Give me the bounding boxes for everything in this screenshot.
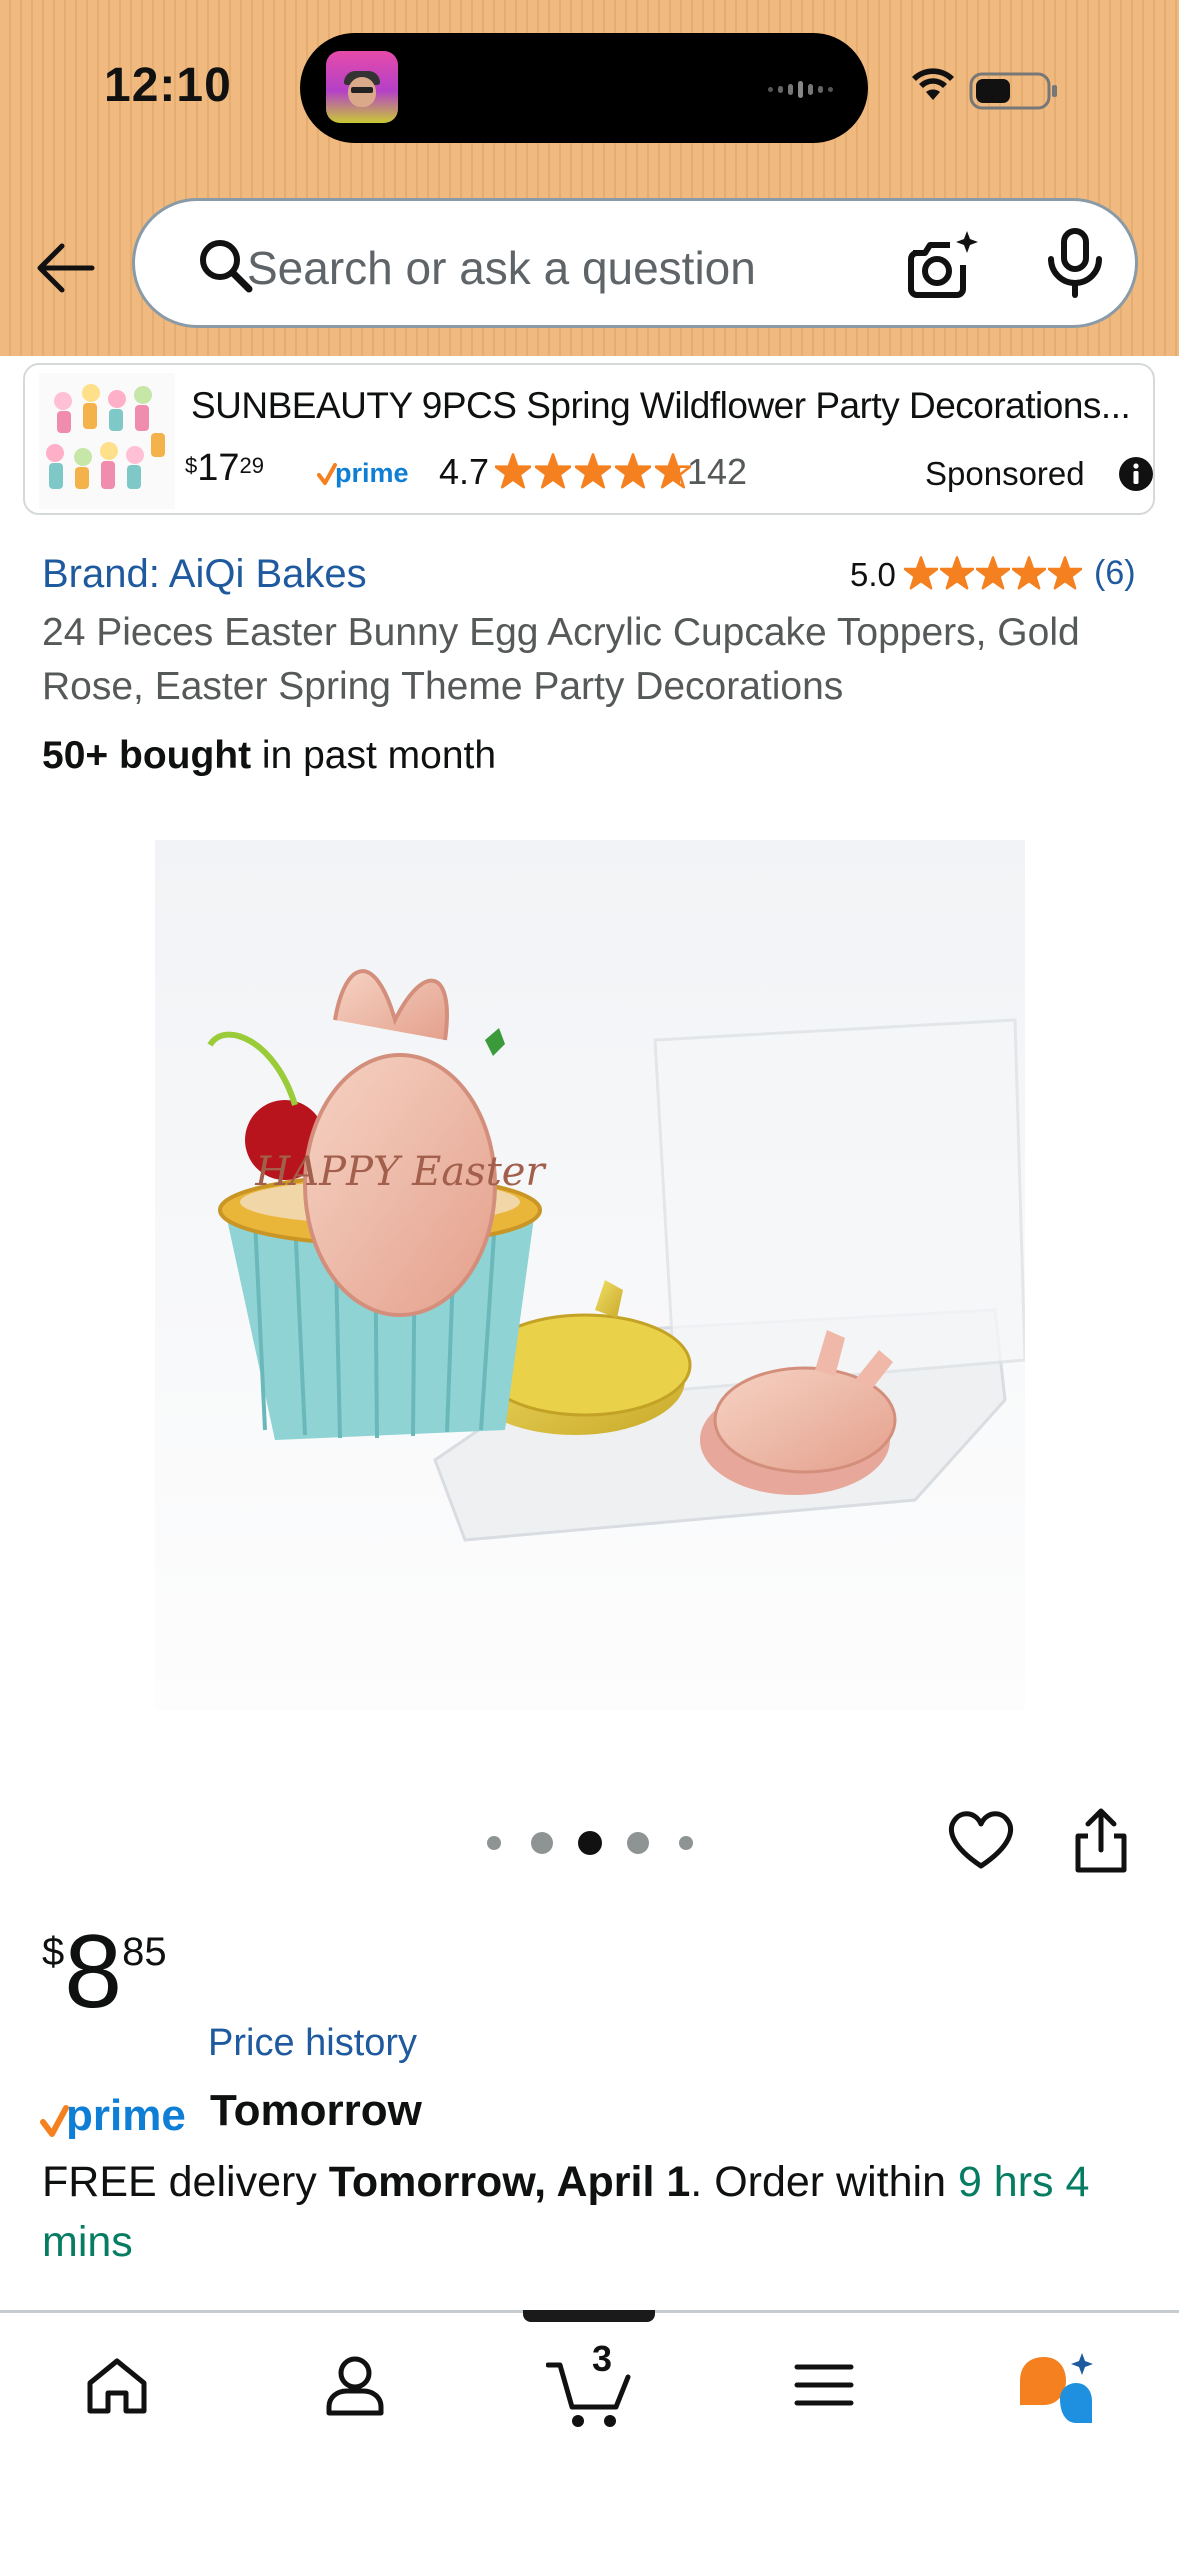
carousel-dot xyxy=(487,1836,501,1850)
rufus-assistant-icon[interactable] xyxy=(1016,2351,1096,2427)
star-icon xyxy=(1048,556,1082,590)
share-icon[interactable] xyxy=(1070,1806,1132,1876)
star-icon xyxy=(615,453,651,489)
prime-badge-icon: prime xyxy=(317,458,409,488)
cart-icon[interactable] xyxy=(546,2357,634,2429)
menu-icon[interactable] xyxy=(794,2361,854,2409)
heart-icon[interactable] xyxy=(946,1808,1016,1872)
back-arrow-icon[interactable] xyxy=(32,234,100,302)
search-bar[interactable]: Search or ask a question xyxy=(132,198,1138,328)
search-icon xyxy=(200,240,253,293)
info-icon[interactable] xyxy=(1118,456,1154,492)
product-image[interactable]: HAPPY Easter xyxy=(155,840,1025,1710)
dynamic-island xyxy=(300,33,868,143)
search-input[interactable]: Search or ask a question xyxy=(247,241,756,295)
product-star-rating[interactable] xyxy=(904,556,1082,595)
account-icon[interactable] xyxy=(322,2353,388,2419)
microphone-icon[interactable] xyxy=(1043,227,1107,299)
product-price: $885 xyxy=(42,1914,167,2030)
sponsored-product-title[interactable]: SUNBEAUTY 9PCS Spring Wildflower Party D… xyxy=(191,385,1131,427)
audio-wave-icon xyxy=(768,81,833,98)
star-icon xyxy=(1012,556,1046,590)
star-icon xyxy=(495,453,531,489)
sponsored-rating-value: 4.7 xyxy=(439,451,490,492)
carousel-dot xyxy=(679,1836,693,1850)
star-icon xyxy=(976,556,1010,590)
product-review-count[interactable]: (6) xyxy=(1094,554,1136,593)
star-icon xyxy=(575,453,611,489)
sponsored-product-card[interactable]: SUNBEAUTY 9PCS Spring Wildflower Party D… xyxy=(23,363,1155,515)
prime-delivery-day: Tomorrow xyxy=(210,2086,422,2135)
product-rating-value: 5.0 xyxy=(850,556,896,593)
svg-text:prime: prime xyxy=(335,458,409,488)
bought-in-past-month: 50+ bought in past month xyxy=(42,734,497,777)
product-image-text: HAPPY Easter xyxy=(254,1149,547,1195)
camera-lens-icon[interactable] xyxy=(901,225,981,305)
top-handle-indicator xyxy=(523,2310,655,2322)
image-carousel-dots[interactable] xyxy=(480,1828,700,1858)
sponsored-star-rating xyxy=(495,453,691,494)
sponsored-product-thumbnail xyxy=(39,373,175,509)
sponsored-review-count[interactable]: 142 xyxy=(687,451,747,493)
sponsored-product-price: $1729 xyxy=(185,447,265,489)
svg-text:prime: prime xyxy=(66,2091,186,2140)
carousel-dot xyxy=(531,1832,553,1854)
bottom-tab-bar xyxy=(0,2310,1179,2556)
carousel-dot xyxy=(627,1832,649,1854)
cart-count-badge: 3 xyxy=(592,2338,613,2379)
delivery-message: FREE delivery Tomorrow, April 1. Order w… xyxy=(42,2158,1090,2266)
price-history-link[interactable]: Price history xyxy=(208,2022,417,2065)
prime-logo-icon: prime xyxy=(40,2091,186,2140)
wifi-icon xyxy=(912,68,954,100)
star-icon xyxy=(904,556,938,590)
sponsored-label: Sponsored xyxy=(925,455,1085,492)
status-icons xyxy=(909,66,1069,115)
status-time: 12:10 xyxy=(104,59,232,112)
star-icon xyxy=(535,453,571,489)
carousel-dot-active xyxy=(578,1831,602,1855)
star-icon xyxy=(940,556,974,590)
live-activity-app-icon xyxy=(326,51,398,123)
battery-icon xyxy=(969,72,1057,110)
star-icon xyxy=(655,453,691,489)
product-title: 24 Pieces Easter Bunny Egg Acrylic Cupca… xyxy=(42,611,1080,708)
home-icon[interactable] xyxy=(84,2353,150,2419)
header: 12:10 Search or ask a question xyxy=(0,0,1179,356)
brand-link[interactable]: Brand: AiQi Bakes xyxy=(42,552,367,597)
